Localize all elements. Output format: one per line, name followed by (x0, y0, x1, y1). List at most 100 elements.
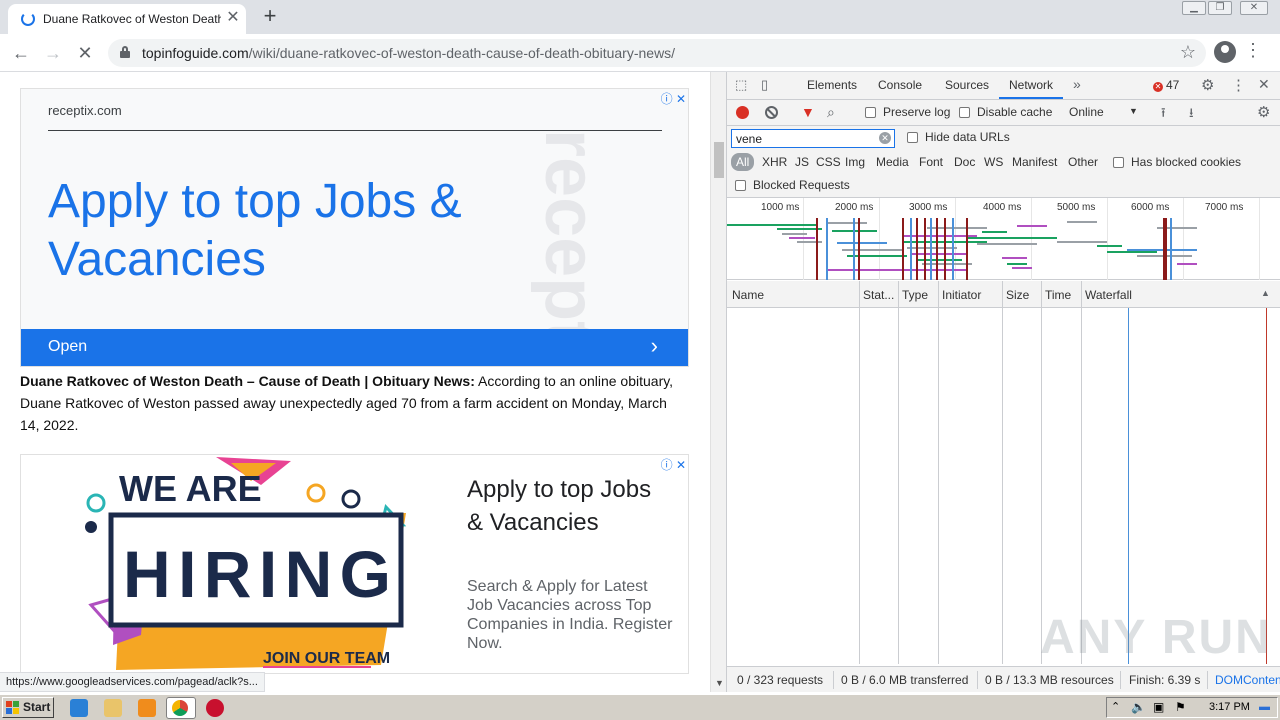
browser-menu-icon[interactable]: ⋮ (1244, 40, 1262, 61)
column-time[interactable]: Time (1045, 288, 1071, 302)
profile-avatar-icon[interactable] (1214, 41, 1236, 63)
record-icon[interactable] (736, 106, 749, 119)
type-filter-font[interactable]: Font (919, 155, 943, 169)
article-paragraph: Duane Ratkovec of Weston Death – Cause o… (20, 370, 690, 436)
column-size[interactable]: Size (1006, 288, 1029, 302)
search-icon[interactable]: ⌕ (827, 104, 835, 121)
tab-close-icon[interactable]: ✕ (225, 9, 241, 27)
disable-cache-checkbox[interactable] (959, 107, 970, 118)
windows-logo-icon (6, 701, 20, 714)
media-player-icon[interactable] (138, 699, 156, 717)
loading-spinner-icon (21, 12, 35, 26)
import-har-icon[interactable]: ⭱ (1161, 104, 1166, 126)
tab-title: Duane Ratkovec of Weston Death – (43, 12, 221, 26)
show-desktop-icon[interactable]: ▬ (1259, 701, 1270, 713)
tab-sources[interactable]: Sources (945, 78, 989, 92)
blocked-requests-checkbox[interactable] (735, 180, 746, 191)
ad-banner-hiring[interactable]: ⓘ ✕ WE ARE HIRING JOIN OUR TEAM Apply to… (20, 454, 689, 674)
tray-expand-icon[interactable]: ⌃ (1111, 700, 1120, 713)
bookmark-star-icon[interactable]: ☆ (1180, 42, 1196, 63)
network-icon[interactable]: ▣ (1153, 700, 1164, 714)
ad-choices-icon[interactable]: ⓘ ✕ (661, 90, 686, 107)
type-filter-all[interactable]: All (731, 153, 755, 171)
network-summary-bar: 0 / 323 requests 0 B / 6.0 MB transferre… (727, 666, 1280, 692)
clear-filter-icon[interactable]: ✕ (879, 132, 891, 144)
network-settings-gear-icon[interactable]: ⚙ (1257, 103, 1270, 121)
ad-image-text-top: WE ARE (119, 468, 262, 509)
close-window-button[interactable]: ✕ (1240, 1, 1268, 15)
devtools-panel: ⬚ ▯ Elements Console Sources Network » ✕… (726, 72, 1280, 692)
hide-data-urls-checkbox[interactable] (907, 132, 918, 143)
column-type[interactable]: Type (902, 288, 928, 302)
network-toolbar: ▼ ⌕ Preserve log Disable cache Online ▼ … (727, 100, 1280, 126)
security-app-icon[interactable] (206, 699, 224, 717)
volume-icon[interactable]: 🔈 (1131, 700, 1146, 714)
error-count: 47 (1166, 78, 1180, 92)
flag-icon[interactable]: ⚑ (1175, 700, 1186, 714)
restore-button[interactable]: ❐ (1208, 1, 1232, 15)
taskbar-clock[interactable]: 3:17 PM (1209, 701, 1250, 713)
tab-elements[interactable]: Elements (807, 78, 857, 92)
internet-explorer-icon[interactable] (70, 699, 88, 717)
browser-tab-strip: Duane Ratkovec of Weston Death – ✕ + ▁ ❐… (0, 0, 1280, 34)
ad-banner-receptix[interactable]: ⓘ ✕ receptix.com receptix Apply to top J… (20, 88, 689, 367)
inspect-element-icon[interactable]: ⬚ (735, 77, 747, 93)
new-tab-button[interactable]: + (258, 5, 282, 29)
ad-headline[interactable]: Apply to top Jobs & Vacancies (467, 473, 667, 539)
column-waterfall[interactable]: Waterfall (1085, 288, 1132, 302)
type-filter-img[interactable]: Img (845, 155, 865, 169)
devtools-menu-icon[interactable]: ⋮ (1231, 76, 1246, 94)
type-filter-other[interactable]: Other (1068, 155, 1098, 169)
export-har-icon[interactable]: ⭳ (1189, 104, 1194, 126)
minimize-button[interactable]: ▁ (1182, 1, 1206, 15)
type-filter-ws[interactable]: WS (984, 155, 1003, 169)
hiring-ad-image[interactable]: WE ARE HIRING JOIN OUR TEAM (21, 455, 421, 673)
sort-ascending-icon[interactable]: ▲ (1261, 288, 1270, 298)
type-filter-manifest[interactable]: Manifest (1012, 155, 1057, 169)
type-filter-media[interactable]: Media (876, 155, 909, 169)
system-tray: ⌃ 🔈 ▣ ⚑ 3:17 PM ▬ (1106, 697, 1278, 718)
start-button[interactable]: Start (2, 697, 54, 718)
network-table-header: Name Stat... Type Initiator Size Time Wa… (727, 281, 1280, 308)
error-icon: ✕ (1153, 82, 1163, 92)
settings-gear-icon[interactable]: ⚙ (1201, 76, 1214, 94)
page-scrollbar[interactable]: ▼ (710, 72, 726, 692)
preserve-log-label: Preserve log (883, 105, 951, 119)
has-blocked-cookies-checkbox[interactable] (1113, 157, 1124, 168)
back-button[interactable]: ← (8, 40, 34, 66)
forward-button[interactable]: → (40, 40, 66, 66)
resources-size: 0 B / 13.3 MB resources (985, 673, 1114, 687)
url-path: /wiki/duane-ratkovec-of-weston-death-cau… (248, 45, 676, 61)
type-filter-css[interactable]: CSS (816, 155, 841, 169)
scrollbar-thumb[interactable] (714, 142, 724, 178)
network-overview-timeline[interactable]: 1000 ms 2000 ms 3000 ms 4000 ms 5000 ms … (727, 198, 1280, 280)
scroll-down-arrow-icon[interactable]: ▼ (715, 678, 724, 688)
tab-network[interactable]: Network (1009, 78, 1053, 92)
ad-choices-icon[interactable]: ⓘ ✕ (661, 456, 686, 473)
column-initiator[interactable]: Initiator (942, 288, 981, 302)
device-toolbar-icon[interactable]: ▯ (761, 77, 768, 93)
close-devtools-icon[interactable]: ✕ (1258, 76, 1270, 93)
column-name[interactable]: Name (732, 288, 764, 302)
article-title: Duane Ratkovec of Weston Death – Cause o… (20, 373, 475, 389)
address-bar[interactable]: topinfoguide.com/wiki/duane-ratkovec-of-… (108, 39, 1206, 67)
stop-loading-button[interactable]: ✕ (72, 40, 98, 66)
url-text: topinfoguide.com/wiki/duane-ratkovec-of-… (142, 45, 675, 61)
error-count-badge[interactable]: ✕ 47 (1153, 78, 1179, 92)
ad-open-button[interactable]: Open › (21, 329, 688, 366)
file-explorer-icon[interactable] (104, 699, 122, 717)
more-tabs-icon[interactable]: » (1073, 76, 1081, 92)
column-status[interactable]: Stat... (863, 288, 894, 302)
filter-input[interactable]: vene (731, 129, 895, 148)
type-filter-xhr[interactable]: XHR (762, 155, 787, 169)
filter-icon[interactable]: ▼ (801, 104, 815, 120)
clear-icon[interactable] (765, 106, 778, 119)
tab-console[interactable]: Console (878, 78, 922, 92)
browser-tab[interactable]: Duane Ratkovec of Weston Death – ✕ (8, 4, 246, 34)
type-filter-doc[interactable]: Doc (954, 155, 975, 169)
requests-count: 0 / 323 requests (737, 673, 824, 687)
ad-headline[interactable]: Apply to top Jobs & Vacancies (48, 173, 518, 289)
ad-open-label: Open (48, 338, 88, 355)
type-filter-js[interactable]: JS (795, 155, 809, 169)
preserve-log-checkbox[interactable] (865, 107, 876, 118)
